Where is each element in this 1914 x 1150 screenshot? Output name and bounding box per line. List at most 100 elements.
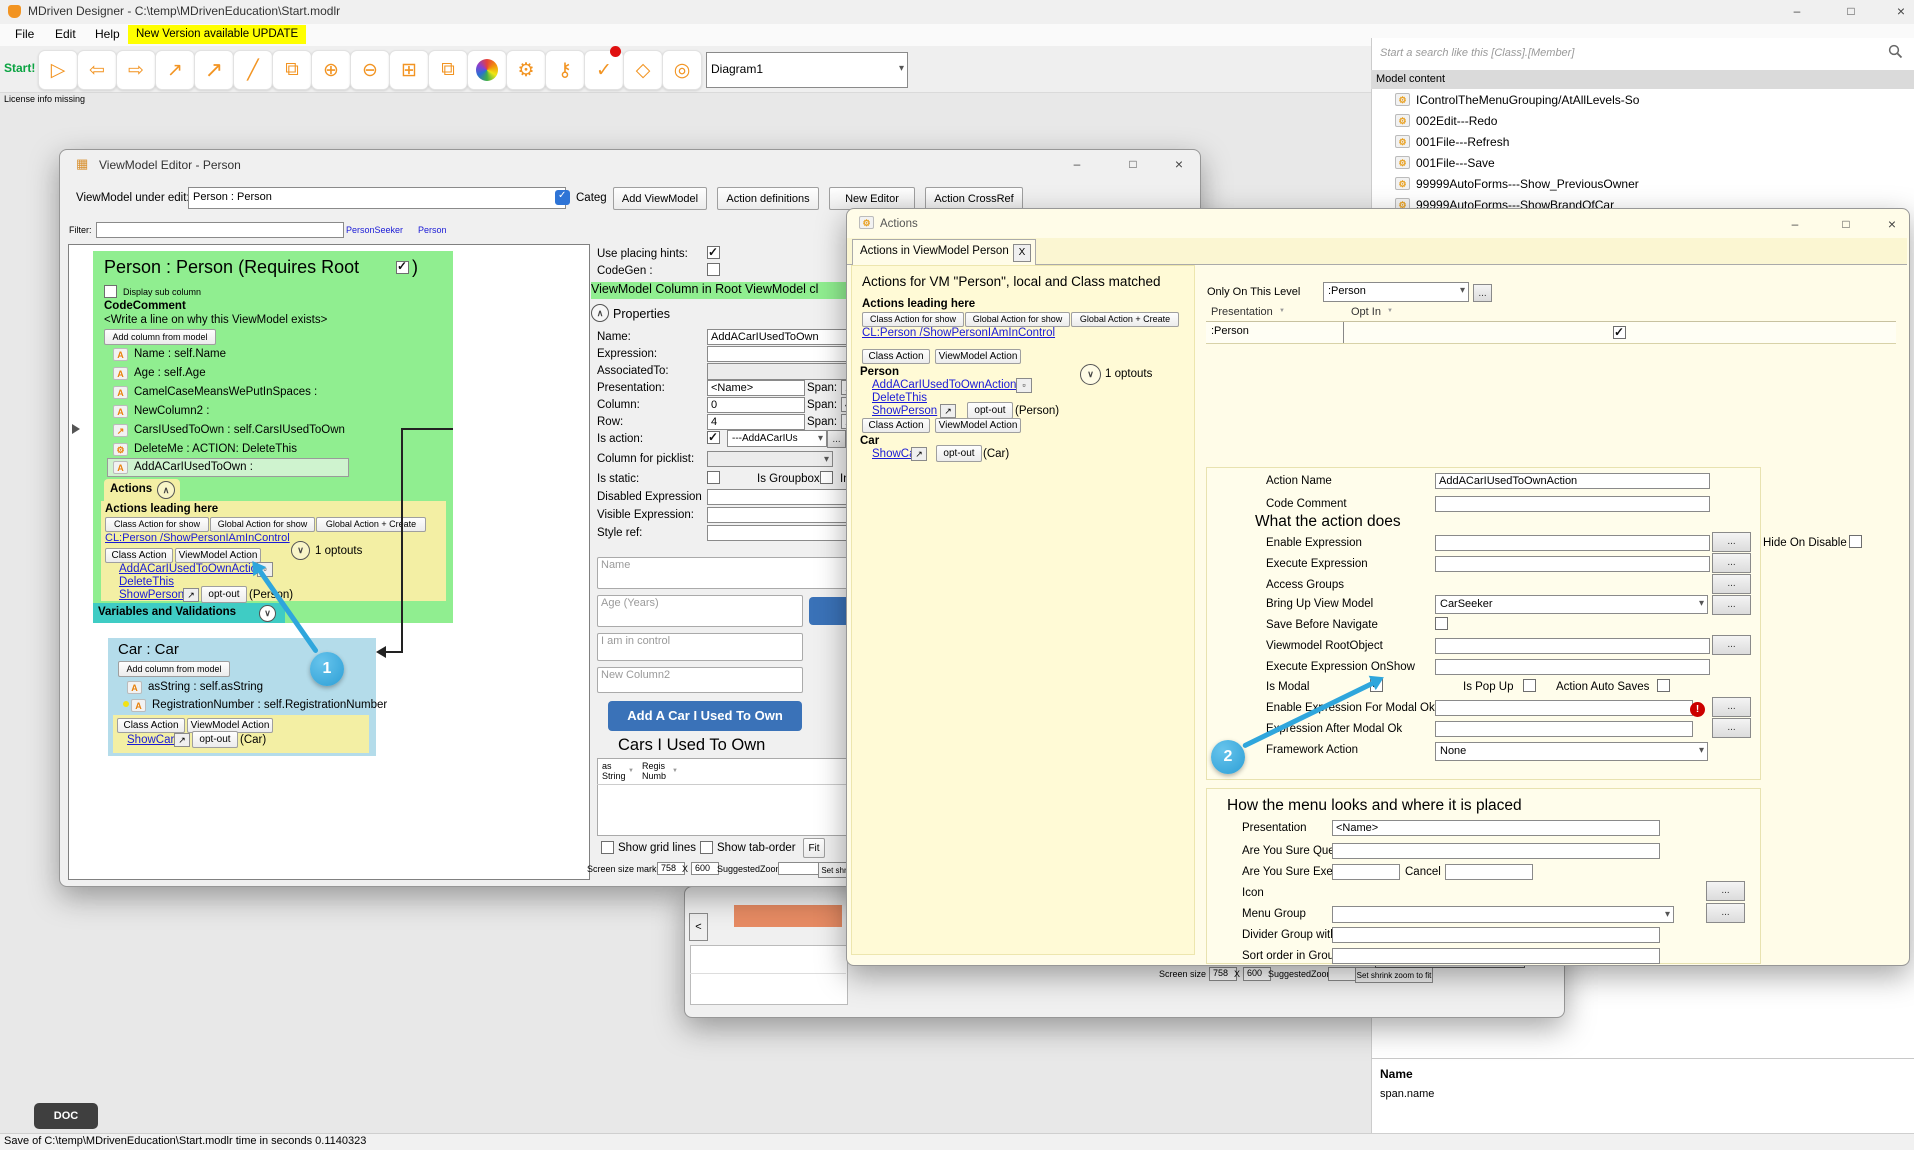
onshow-input[interactable] xyxy=(1435,659,1710,675)
categ-checkbox[interactable] xyxy=(555,190,570,205)
delete-this-link[interactable]: DeleteThis xyxy=(119,576,174,589)
only-level-ellipsis-button[interactable]: ... xyxy=(1473,284,1492,302)
tab-actions-in-viewmodel-person[interactable]: Actions in ViewModel Person X xyxy=(852,239,1036,265)
show-car-link[interactable]: ShowCar xyxy=(127,734,174,747)
vm-column[interactable]: CamelCaseMeansWePutInSpaces : xyxy=(134,386,317,399)
autoform-window-icon[interactable]: ⊞ xyxy=(389,50,429,90)
show-person-link[interactable]: ShowPerson xyxy=(119,589,184,602)
bring-up-ellipsis-button[interactable]: ... xyxy=(1712,595,1751,615)
menu-group-select[interactable] xyxy=(1332,906,1674,923)
diagram-selector[interactable]: Diagram1 xyxy=(706,52,908,88)
model-item[interactable]: 002Edit---Redo xyxy=(1416,115,1497,129)
variables-expand-icon[interactable]: ∨ xyxy=(259,605,276,622)
opt-out-button[interactable]: opt-out xyxy=(192,731,238,748)
fit-button[interactable]: Fit xyxy=(803,838,825,858)
style-ref-input[interactable] xyxy=(707,525,861,541)
prop-name-input[interactable]: AddACarIUsedToOwn xyxy=(707,329,855,345)
zoom-in-icon[interactable]: ⊕ xyxy=(311,50,351,90)
divider-group-input[interactable] xyxy=(1332,927,1660,943)
vm-column[interactable]: RegistrationNumber : self.RegistrationNu… xyxy=(152,699,387,712)
filter-input[interactable] xyxy=(96,222,344,238)
access-person-key-icon[interactable]: ⚷ xyxy=(545,50,585,90)
spiral-icon[interactable]: ◎ xyxy=(662,50,702,90)
zoom-out-icon[interactable]: ⊖ xyxy=(350,50,390,90)
prop-presentation-input[interactable]: <Name> xyxy=(707,380,805,396)
nav-small-icon[interactable]: ↗ xyxy=(183,588,199,602)
screen-height-input[interactable]: 600 xyxy=(1243,967,1271,981)
nav-back-icon[interactable]: ⇦ xyxy=(77,50,117,90)
preview-add-car-button[interactable]: Add A Car I Used To Own xyxy=(608,701,802,731)
codegen-checkbox[interactable] xyxy=(707,263,720,276)
prop-expression-input[interactable] xyxy=(707,346,855,362)
search-input[interactable]: Start a search like this [Class].[Member… xyxy=(1380,47,1574,60)
is-action-select[interactable]: ---AddACarIUs xyxy=(727,430,827,447)
disabled-expression-input[interactable] xyxy=(707,489,861,505)
nav-forward-icon[interactable]: ⇨ xyxy=(116,50,156,90)
menu-group-ellipsis-button[interactable]: ... xyxy=(1706,903,1745,923)
ays-question-input[interactable] xyxy=(1332,843,1660,859)
model-item[interactable]: 001File---Refresh xyxy=(1416,136,1509,150)
vm-root-ellipsis-button[interactable]: ... xyxy=(1712,635,1751,655)
global-action-create-button[interactable]: Global Action + Create xyxy=(1071,312,1179,327)
code-comment-hint[interactable]: <Write a line on why this ViewModel exis… xyxy=(104,314,327,327)
optouts-expand-icon[interactable]: ∨ xyxy=(1080,364,1101,385)
model-item[interactable]: IControlTheMenuGrouping/AtAllLevels-So xyxy=(1416,94,1639,108)
bring-up-select[interactable]: CarSeeker xyxy=(1435,595,1708,614)
menu-presentation-input[interactable]: <Name> xyxy=(1332,820,1660,836)
tab-close-button[interactable]: X xyxy=(1013,244,1031,262)
seeker-link-personseeker[interactable]: PersonSeeker xyxy=(346,225,403,235)
framework-action-select[interactable]: None xyxy=(1435,742,1708,761)
access-ellipsis-button[interactable]: ... xyxy=(1712,574,1751,594)
add-column-from-model-button[interactable]: Add column from model xyxy=(104,329,216,345)
vm-column[interactable]: Name : self.Name xyxy=(134,348,226,361)
grid-col-presentation[interactable]: Presentation xyxy=(1211,306,1273,319)
actions-close-button[interactable]: × xyxy=(1877,216,1907,232)
preview-name-field[interactable]: Name xyxy=(597,557,849,589)
global-action-create-button[interactable]: Global Action + Create xyxy=(316,517,426,532)
class-action-for-show-button[interactable]: Class Action for show xyxy=(862,312,964,327)
viewmodel-action-button[interactable]: ViewModel Action xyxy=(935,349,1021,364)
grid-row-bg[interactable] xyxy=(1206,322,1896,344)
screen-width-input[interactable]: 758 xyxy=(657,862,685,875)
screen-height-input[interactable]: 600 xyxy=(691,862,719,875)
vm-column[interactable]: NewColumn2 : xyxy=(134,405,209,418)
menu-help[interactable]: Help xyxy=(95,28,120,42)
execute-expression-input[interactable] xyxy=(1435,556,1710,572)
set-shrink-zoom-button[interactable]: Set shrink zoom to fit xyxy=(1355,967,1433,983)
collapse-up-icon[interactable]: ∧ xyxy=(157,481,175,499)
enable-modal-ellipsis-button[interactable]: ... xyxy=(1712,697,1751,717)
requires-root-checkbox[interactable] xyxy=(396,261,409,274)
properties-collapse-icon[interactable]: ∧ xyxy=(591,304,609,322)
viewmodel-action-button[interactable]: ViewModel Action xyxy=(175,548,261,563)
model-item[interactable]: 001File---Save xyxy=(1416,157,1495,171)
nav-small-icon[interactable]: ↗ xyxy=(911,447,927,461)
sort-order-input[interactable] xyxy=(1332,948,1660,964)
code-comment-input[interactable] xyxy=(1435,496,1710,512)
only-level-select[interactable]: :Person xyxy=(1323,282,1469,302)
viewmodel-action-button[interactable]: ViewModel Action xyxy=(935,418,1021,433)
auto-saves-checkbox[interactable] xyxy=(1657,679,1670,692)
picklist-select[interactable] xyxy=(707,451,833,467)
enable-ellipsis-button[interactable]: ... xyxy=(1712,532,1751,552)
optouts-expand-icon[interactable]: ∨ xyxy=(291,541,310,560)
action-definitions-button[interactable]: Action definitions xyxy=(717,187,819,210)
editor-minimize-button[interactable]: – xyxy=(1062,157,1092,171)
add-viewmodel-button[interactable]: Add ViewModel xyxy=(613,187,707,210)
delete-this-link[interactable]: DeleteThis xyxy=(872,392,927,405)
dashed-line-icon[interactable]: ╱ xyxy=(233,50,273,90)
after-modal-ellipsis-button[interactable]: ... xyxy=(1712,718,1751,738)
main-close-button[interactable]: × xyxy=(1886,3,1914,19)
preview-newcolumn2-field[interactable]: New Column2 xyxy=(597,667,803,693)
association-icon[interactable]: ↗ xyxy=(155,50,195,90)
after-modal-input[interactable] xyxy=(1435,721,1693,737)
frame-select-icon[interactable]: ⧉ xyxy=(272,50,312,90)
class-action-for-show-button[interactable]: Class Action for show xyxy=(105,517,209,532)
preview-control-field[interactable]: I am in control xyxy=(597,633,803,661)
display-sub-column-checkbox[interactable] xyxy=(104,285,117,298)
screen-width-input[interactable]: 758 xyxy=(1209,967,1237,981)
search-icon[interactable] xyxy=(1888,44,1903,59)
vm-column[interactable]: asString : self.asString xyxy=(148,681,263,694)
is-static-checkbox[interactable] xyxy=(707,471,720,484)
seeker-link-person[interactable]: Person xyxy=(418,225,447,235)
nav-small-icon[interactable]: ↗ xyxy=(174,733,190,747)
